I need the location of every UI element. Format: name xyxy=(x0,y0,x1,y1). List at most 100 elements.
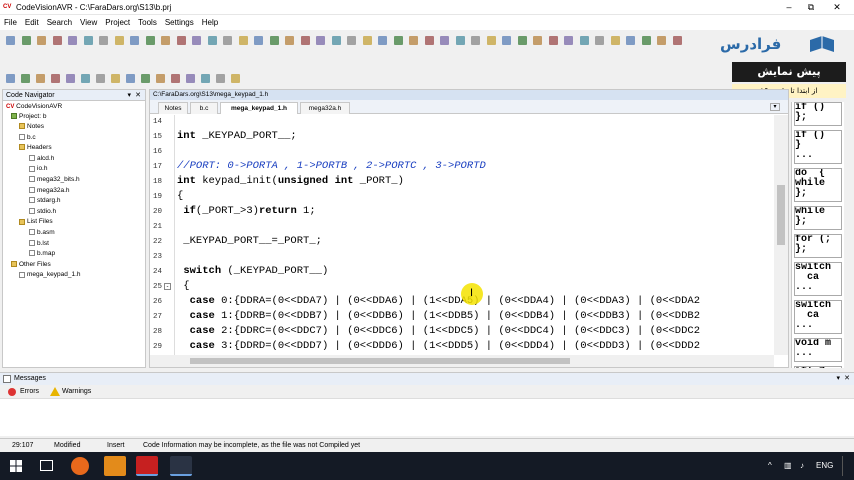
main-tool-6-icon[interactable] xyxy=(83,36,93,45)
view-tool-3-icon[interactable] xyxy=(36,74,45,83)
tree-item[interactable]: mega32a.h xyxy=(29,187,70,195)
tray-arrow-icon[interactable]: ^ xyxy=(768,461,772,470)
main-tool-34-icon[interactable] xyxy=(517,36,527,45)
menu-project[interactable]: Project xyxy=(101,15,134,30)
main-tool-41-icon[interactable] xyxy=(626,36,635,45)
view-tool-12-icon[interactable] xyxy=(171,74,180,83)
main-tool-18-icon[interactable] xyxy=(269,36,279,45)
minimize-button[interactable]: – xyxy=(778,0,800,15)
close-panel-icon[interactable]: ✕ xyxy=(135,90,141,101)
main-tool-15-icon[interactable] xyxy=(223,36,232,45)
messages-close-icon[interactable]: ✕ xyxy=(844,373,850,385)
main-tool-14-icon[interactable] xyxy=(207,36,217,45)
main-tool-32-icon[interactable] xyxy=(486,36,496,45)
messages-pin-icon[interactable]: ▾ xyxy=(836,373,840,385)
presentation-app-icon[interactable] xyxy=(104,456,126,476)
tree-item[interactable]: alcd.h xyxy=(29,155,54,163)
tree-project[interactable]: Project: b xyxy=(11,113,46,121)
main-tool-5-icon[interactable] xyxy=(68,36,77,45)
code-template-item[interactable]: switch ca ... xyxy=(794,262,842,296)
main-tool-28-icon[interactable] xyxy=(424,36,434,45)
main-tool-19-icon[interactable] xyxy=(285,36,294,45)
main-tool-7-icon[interactable] xyxy=(99,36,108,45)
main-tool-42-icon[interactable] xyxy=(641,36,651,45)
network-icon[interactable]: ▥ xyxy=(784,461,792,470)
tree-item[interactable]: b.asm xyxy=(29,229,55,237)
main-tool-43-icon[interactable] xyxy=(657,36,666,45)
tree-item[interactable]: List Files xyxy=(19,218,53,226)
tab-mega-keypad[interactable]: mega_keypad_1.h xyxy=(220,102,298,114)
view-tool-14-icon[interactable] xyxy=(201,74,210,83)
tab-list-icon[interactable]: ▾ xyxy=(770,103,780,111)
tab-notes[interactable]: Notes xyxy=(158,102,188,114)
view-tool-4-icon[interactable] xyxy=(51,74,60,83)
main-tool-29-icon[interactable] xyxy=(440,36,449,45)
code-template-item[interactable]: for (; }; xyxy=(794,234,842,258)
main-tool-37-icon[interactable] xyxy=(564,36,573,45)
close-button[interactable]: ✕ xyxy=(826,0,848,15)
menu-file[interactable]: File xyxy=(0,15,21,30)
task-view-icon[interactable] xyxy=(40,460,53,471)
tree-item[interactable]: mega_keypad_1.h xyxy=(19,271,81,279)
view-tool-5-icon[interactable] xyxy=(66,74,75,83)
tree-item[interactable]: b.map xyxy=(29,250,55,258)
volume-icon[interactable]: ♪ xyxy=(800,461,804,470)
view-tool-9-icon[interactable] xyxy=(126,74,135,83)
horizontal-scroll-thumb[interactable] xyxy=(190,358,570,364)
editor-vertical-scrollbar[interactable] xyxy=(774,115,788,355)
main-tool-2-icon[interactable] xyxy=(21,36,31,45)
main-tool-1-icon[interactable] xyxy=(6,36,15,45)
tree-item[interactable]: mega32_bits.h xyxy=(29,176,80,184)
tree-item[interactable]: io.h xyxy=(29,165,47,173)
show-desktop-button[interactable] xyxy=(842,456,854,476)
tool-app-icon[interactable] xyxy=(170,456,192,476)
view-tool-7-icon[interactable] xyxy=(96,74,105,83)
view-tool-15-icon[interactable] xyxy=(216,74,225,83)
menu-edit[interactable]: Edit xyxy=(21,15,43,30)
tree-root[interactable]: CV CodeVisionAVR xyxy=(6,103,62,111)
fold-toggle-icon[interactable]: - xyxy=(164,283,171,290)
templates-scrollbar[interactable] xyxy=(844,102,854,368)
main-tool-10-icon[interactable] xyxy=(145,36,155,45)
windows-start-icon[interactable] xyxy=(10,460,22,472)
tree-item[interactable]: stdio.h xyxy=(29,208,56,216)
tab-mega32a[interactable]: mega32a.h xyxy=(300,102,350,114)
menu-view[interactable]: View xyxy=(76,15,101,30)
code-template-item[interactable]: while }; xyxy=(794,206,842,230)
main-tool-17-icon[interactable] xyxy=(254,36,263,45)
view-tool-1-icon[interactable] xyxy=(6,74,15,83)
main-tool-27-icon[interactable] xyxy=(409,36,418,45)
code-area[interactable]: 14 15 int _KEYPAD_PORT__; 16 17 //PORT: 0->PO… xyxy=(150,115,774,355)
vertical-scroll-thumb[interactable] xyxy=(777,185,785,245)
view-tool-8-icon[interactable] xyxy=(111,74,120,83)
main-tool-16-icon[interactable] xyxy=(238,36,248,45)
main-tool-25-icon[interactable] xyxy=(378,36,387,45)
restore-button[interactable]: ⧉ xyxy=(800,0,822,15)
view-tool-10-icon[interactable] xyxy=(141,74,150,83)
main-tool-26-icon[interactable] xyxy=(393,36,403,45)
code-template-item[interactable]: if( 7 xyxy=(794,366,842,368)
view-tool-6-icon[interactable] xyxy=(81,74,90,83)
firefox-icon[interactable] xyxy=(71,457,89,475)
code-template-item[interactable]: if () }; xyxy=(794,102,842,126)
main-tool-24-icon[interactable] xyxy=(362,36,372,45)
main-tool-11-icon[interactable] xyxy=(161,36,170,45)
menu-settings[interactable]: Settings xyxy=(161,15,198,30)
main-tool-38-icon[interactable] xyxy=(579,36,589,45)
main-tool-30-icon[interactable] xyxy=(455,36,465,45)
main-tool-12-icon[interactable] xyxy=(176,36,186,45)
menu-search[interactable]: Search xyxy=(43,15,76,30)
pin-icon[interactable]: ▾ xyxy=(127,90,131,101)
language-indicator[interactable]: ENG xyxy=(816,461,833,470)
tree-item[interactable]: Headers xyxy=(19,144,52,152)
view-tool-13-icon[interactable] xyxy=(186,74,195,83)
code-template-item[interactable]: switch ca ... xyxy=(794,300,842,334)
main-tool-39-icon[interactable] xyxy=(595,36,604,45)
menu-help[interactable]: Help xyxy=(198,15,222,30)
main-tool-4-icon[interactable] xyxy=(52,36,62,45)
code-template-item[interactable]: do { while }; xyxy=(794,168,842,202)
tree-item[interactable]: Other Files xyxy=(11,261,51,269)
main-tool-21-icon[interactable] xyxy=(316,36,325,45)
tab-b-c[interactable]: b.c xyxy=(190,102,218,114)
main-tool-13-icon[interactable] xyxy=(192,36,201,45)
